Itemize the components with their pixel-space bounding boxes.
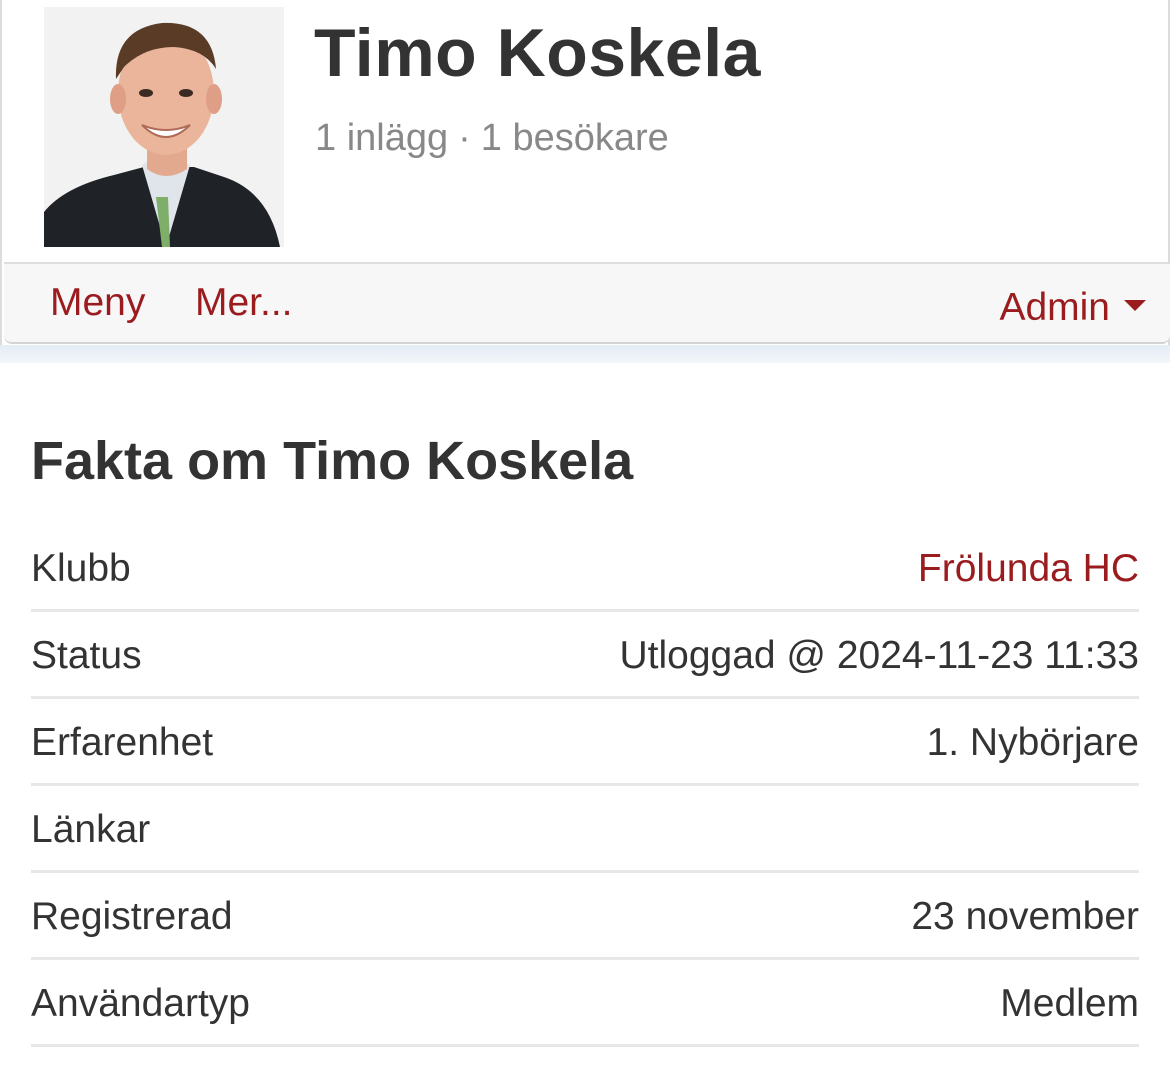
avatar[interactable] — [44, 7, 284, 247]
fact-label: Registrerad — [31, 895, 233, 938]
fact-row-status: Status Utloggad @ 2024-11-23 11:33 — [31, 612, 1139, 699]
fact-value: 23 november — [911, 895, 1139, 938]
fact-label: Länkar — [31, 808, 151, 851]
more-link[interactable]: Mer... — [195, 281, 293, 325]
visitor-count: 1 besökare — [480, 117, 669, 159]
profile-page: Timo Koskela 1 inlägg · 1 besökare Meny Me… — [0, 0, 1170, 1065]
menu-link[interactable]: Meny — [50, 281, 145, 325]
post-count: 1 inlägg — [315, 117, 449, 159]
fact-label: Erfarenhet — [31, 721, 214, 764]
facts-title: Fakta om Timo Koskela — [31, 431, 634, 491]
profile-photo-icon — [44, 7, 284, 247]
stats-separator: · — [458, 117, 471, 159]
fact-value: Utloggad @ 2024-11-23 11:33 — [619, 634, 1139, 677]
admin-dropdown[interactable]: Admin — [999, 286, 1146, 330]
fact-value: Medlem — [1000, 982, 1139, 1025]
facts-table: Klubb Frölunda HC Status Utloggad @ 2024… — [31, 525, 1139, 1047]
profile-nav-bar: Meny Mer... Admin — [4, 262, 1170, 344]
fact-row-registered: Registrerad 23 november — [31, 873, 1139, 960]
fact-row-links: Länkar — [31, 786, 1139, 873]
fact-label: Användartyp — [31, 982, 250, 1025]
fact-row-experience: Erfarenhet 1. Nybörjare — [31, 699, 1139, 786]
fact-row-user-type: Användartyp Medlem — [31, 960, 1139, 1047]
fact-label: Status — [31, 634, 142, 677]
caret-down-icon — [1124, 300, 1146, 312]
profile-header: Timo Koskela 1 inlägg · 1 besökare Meny Me… — [0, 0, 1170, 346]
fact-value: 1. Nybörjare — [926, 721, 1139, 764]
fact-row-club: Klubb Frölunda HC — [31, 525, 1139, 612]
fact-label: Klubb — [31, 547, 131, 590]
club-link[interactable]: Frölunda HC — [918, 547, 1139, 591]
profile-stats: 1 inlägg · 1 besökare — [315, 117, 669, 160]
header-divider — [0, 345, 1170, 363]
admin-label: Admin — [999, 286, 1110, 329]
profile-name: Timo Koskela — [314, 15, 761, 91]
